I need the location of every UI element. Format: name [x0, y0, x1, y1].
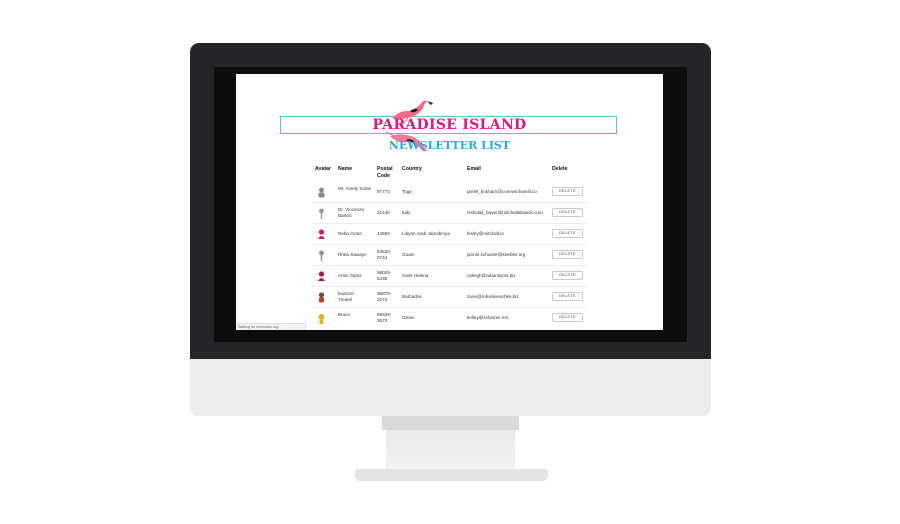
page-subtitle: NEWSLETTER LIST	[388, 139, 511, 152]
cell-postal-code: 95939-3673	[377, 312, 392, 323]
browser-status-bar: Waiting for rebelmarc.org...	[236, 323, 306, 330]
avatar	[318, 187, 325, 198]
page-title: PARADISE ISLAND	[372, 117, 527, 133]
monitor-stand	[386, 430, 515, 473]
cell-email: jannie.schuster@keebler.org	[467, 252, 526, 257]
avatar	[319, 208, 324, 219]
avatar	[318, 271, 325, 281]
avatar	[319, 250, 324, 261]
avatar	[318, 292, 325, 303]
cell-postal-code: 44690	[377, 231, 390, 236]
table-row: Mr. Amely Kulas 97774 Togo jarrell_bosha…	[312, 182, 587, 203]
web-page: PARADISE ISLAND NEWSLETTER LIST Avatar N…	[236, 74, 663, 330]
column-header-delete: Delete	[552, 166, 568, 172]
delete-button[interactable]: DELETE	[552, 229, 583, 238]
delete-button[interactable]: DELETE	[552, 250, 583, 259]
table-row: Rhea Sawayn 64630-0744 Guam jannie.schus…	[312, 245, 587, 266]
column-header-country: Country	[402, 166, 422, 172]
cell-email: caleigh@adamsyost.biz	[467, 273, 516, 278]
delete-button[interactable]: DELETE	[552, 292, 583, 301]
monitor-chin	[190, 359, 711, 416]
cell-email: kelley@schinner.net	[467, 315, 509, 320]
table-row: Kamron Treutel 96878-2274 Barbados zane@…	[312, 287, 587, 308]
cell-country: Italy	[402, 210, 411, 215]
cell-name: Arnie Sipes	[338, 273, 362, 278]
cell-email: jarrell_bosham@conewinhamill.co	[467, 189, 537, 194]
cell-name: Rhea Sawayn	[338, 252, 367, 257]
cell-country: Guam	[402, 252, 415, 257]
table-row: Arnie Sipes 98025-5436 Saint Helena cale…	[312, 266, 587, 287]
cell-email: lesley@mitchell.io	[467, 231, 504, 236]
cell-name: Dr. Vincenza Barton	[338, 207, 364, 218]
column-header-avatar: Avatar	[315, 166, 331, 172]
column-header-email: Email	[467, 166, 481, 172]
monitor-neck	[382, 416, 519, 430]
cell-name: Reba Grant	[338, 231, 362, 236]
table-row: Dr. Vincenza Barton 31440 Italy nickolas…	[312, 203, 587, 224]
table-row: Bruce 95939-3673 Oman kelley@schinner.ne…	[312, 308, 587, 329]
cell-name: Kamron Treutel	[338, 291, 355, 302]
cell-postal-code: 98025-5436	[377, 270, 392, 281]
cell-postal-code: 96878-2274	[377, 291, 392, 302]
cell-name: Bruce	[338, 312, 351, 317]
cell-country: Barbados	[402, 294, 422, 299]
cell-postal-code: 64630-0744	[377, 249, 392, 260]
delete-button[interactable]: DELETE	[552, 208, 583, 217]
delete-button[interactable]: DELETE	[552, 313, 583, 322]
cell-country: Saint Helena	[402, 273, 429, 278]
monitor-base	[355, 469, 548, 481]
delete-button[interactable]: DELETE	[552, 187, 583, 196]
cell-email: zane@rohanleuschke.biz	[467, 294, 519, 299]
cell-country: Oman	[402, 315, 415, 320]
cell-country: Togo	[402, 189, 412, 194]
delete-button[interactable]: DELETE	[552, 271, 583, 280]
cell-name: Mr. Amely Kulas	[338, 186, 371, 191]
cell-country: Libyan Arab Jamahiriya	[402, 231, 450, 236]
cell-postal-code: 31440	[377, 210, 390, 215]
table-row: Reba Grant 44690 Libyan Arab Jamahiriya …	[312, 224, 587, 245]
column-header-postal-code: Postal Code	[377, 166, 393, 179]
cell-email: nickolas_bayer@mitchellabaack.com	[467, 210, 543, 215]
column-header-name: Name	[338, 166, 353, 172]
avatar	[318, 314, 325, 324]
cell-postal-code: 97774	[377, 189, 390, 194]
avatar	[318, 229, 325, 239]
